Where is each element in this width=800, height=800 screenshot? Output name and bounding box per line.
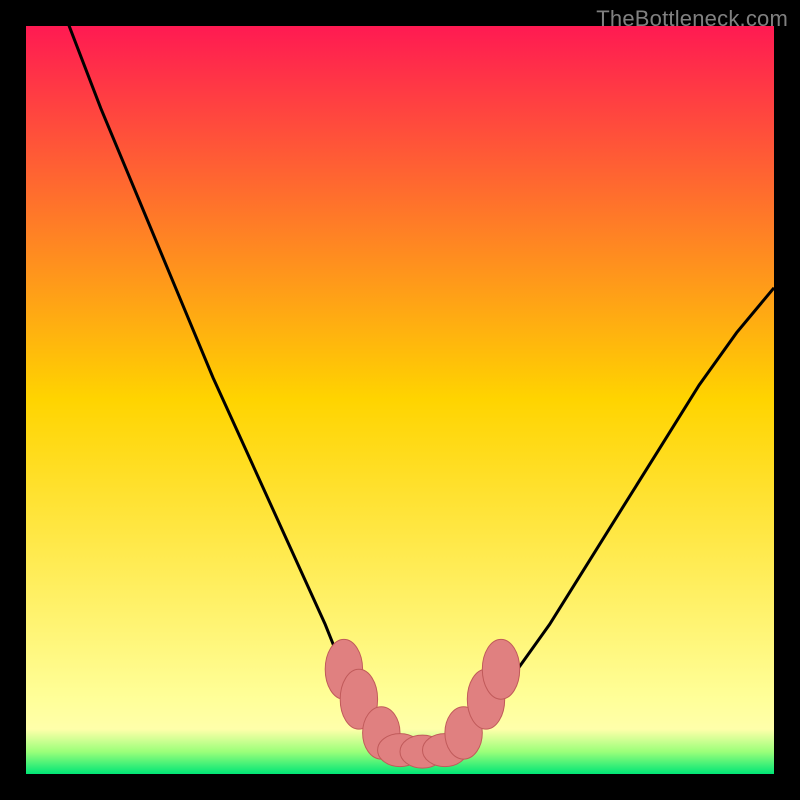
curve-marker: [482, 639, 519, 699]
bottleneck-chart: [26, 26, 774, 774]
chart-frame: [26, 26, 774, 774]
gradient-background: [26, 26, 774, 774]
